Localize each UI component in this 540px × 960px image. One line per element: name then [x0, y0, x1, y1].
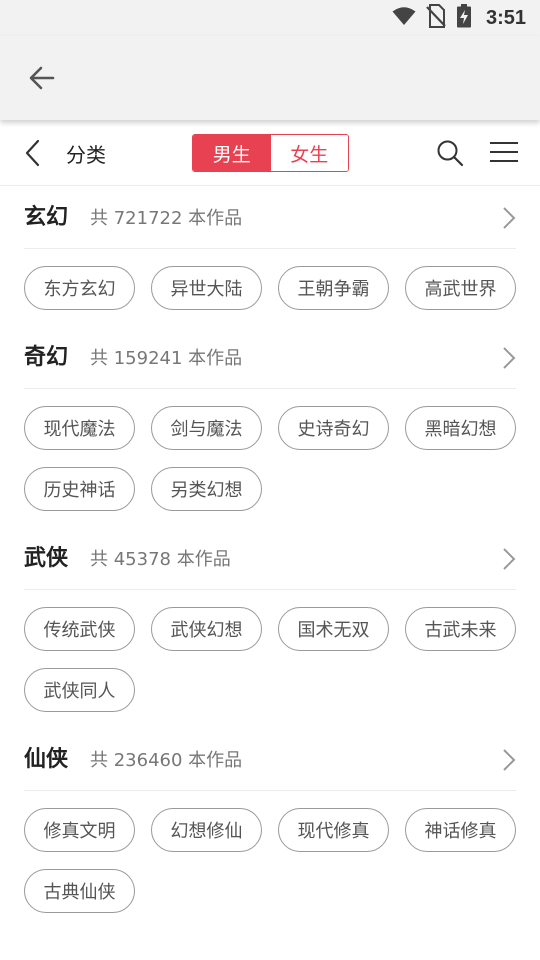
category-list: 玄幻 共 721722 本作品 东方玄幻 异世大陆 王朝争霸 高武世界 奇幻 共…	[0, 187, 540, 930]
tag-chip[interactable]: 武侠同人	[24, 668, 135, 712]
category-header[interactable]: 仙侠 共 236460 本作品	[24, 729, 516, 791]
tag-chip[interactable]: 国术无双	[278, 607, 389, 651]
tag-chip[interactable]: 修真文明	[24, 808, 135, 852]
chevron-right-icon[interactable]	[502, 748, 516, 772]
tag-chip[interactable]: 武侠幻想	[151, 607, 262, 651]
category-section-xuanhuan: 玄幻 共 721722 本作品 东方玄幻 异世大陆 王朝争霸 高武世界	[0, 187, 540, 327]
tab-female[interactable]: 女生	[270, 135, 348, 171]
tag-chip[interactable]: 现代修真	[278, 808, 389, 852]
category-section-wuxia: 武侠 共 45378 本作品 传统武侠 武侠幻想 国术无双 古武未来 武侠同人	[0, 528, 540, 729]
tag-chip[interactable]: 黑暗幻想	[405, 406, 516, 450]
status-time: 3:51	[485, 6, 526, 29]
tag-chip[interactable]: 另类幻想	[151, 467, 262, 511]
battery-charging-icon	[456, 4, 472, 32]
tag-chip[interactable]: 现代魔法	[24, 406, 135, 450]
category-name: 奇幻	[24, 344, 69, 370]
tag-chip[interactable]: 高武世界	[405, 266, 516, 310]
tag-chip[interactable]: 王朝争霸	[278, 266, 389, 310]
tag-chip[interactable]: 幻想修仙	[151, 808, 262, 852]
menu-icon[interactable]	[489, 140, 519, 164]
gender-segmented-control: 男生 女生	[192, 134, 349, 172]
tag-chip[interactable]: 东方玄幻	[24, 266, 135, 310]
page-title: 分类	[66, 143, 106, 167]
app-bar	[0, 36, 540, 120]
category-header[interactable]: 玄幻 共 721722 本作品	[24, 187, 516, 249]
tag-chip[interactable]: 古武未来	[405, 607, 516, 651]
category-header[interactable]: 奇幻 共 159241 本作品	[24, 327, 516, 389]
status-icons: 3:51	[392, 4, 526, 32]
wifi-icon	[392, 6, 416, 30]
tag-list: 修真文明 幻想修仙 现代修真 神话修真 古典仙侠	[0, 791, 540, 930]
category-count: 共 721722 本作品	[90, 208, 243, 229]
tag-chip[interactable]: 史诗奇幻	[278, 406, 389, 450]
category-name: 玄幻	[24, 204, 69, 230]
tag-chip[interactable]: 剑与魔法	[151, 406, 262, 450]
category-name: 仙侠	[24, 746, 69, 772]
category-nav: 分类 男生 女生	[0, 120, 540, 186]
tab-male[interactable]: 男生	[193, 135, 271, 171]
arrow-back-icon[interactable]	[26, 62, 58, 94]
tag-chip[interactable]: 历史神话	[24, 467, 135, 511]
no-sim-icon	[426, 4, 446, 32]
chevron-right-icon[interactable]	[502, 346, 516, 370]
status-bar: 3:51	[0, 0, 540, 36]
chevron-right-icon[interactable]	[502, 547, 516, 571]
category-count: 共 45378 本作品	[90, 549, 231, 570]
search-icon[interactable]	[436, 139, 464, 167]
tag-chip[interactable]: 传统武侠	[24, 607, 135, 651]
tag-chip[interactable]: 异世大陆	[151, 266, 262, 310]
category-count: 共 236460 本作品	[90, 750, 243, 771]
tag-chip[interactable]: 神话修真	[405, 808, 516, 852]
tag-list: 东方玄幻 异世大陆 王朝争霸 高武世界	[0, 249, 540, 327]
category-section-qihuan: 奇幻 共 159241 本作品 现代魔法 剑与魔法 史诗奇幻 黑暗幻想 历史神话…	[0, 327, 540, 528]
chevron-right-icon[interactable]	[502, 206, 516, 230]
category-section-xianxia: 仙侠 共 236460 本作品 修真文明 幻想修仙 现代修真 神话修真 古典仙侠	[0, 729, 540, 930]
category-name: 武侠	[24, 545, 69, 571]
tag-list: 现代魔法 剑与魔法 史诗奇幻 黑暗幻想 历史神话 另类幻想	[0, 389, 540, 528]
tag-list: 传统武侠 武侠幻想 国术无双 古武未来 武侠同人	[0, 590, 540, 729]
chevron-left-icon[interactable]	[22, 138, 44, 168]
category-header[interactable]: 武侠 共 45378 本作品	[24, 528, 516, 590]
category-count: 共 159241 本作品	[90, 348, 243, 369]
tag-chip[interactable]: 古典仙侠	[24, 869, 135, 913]
